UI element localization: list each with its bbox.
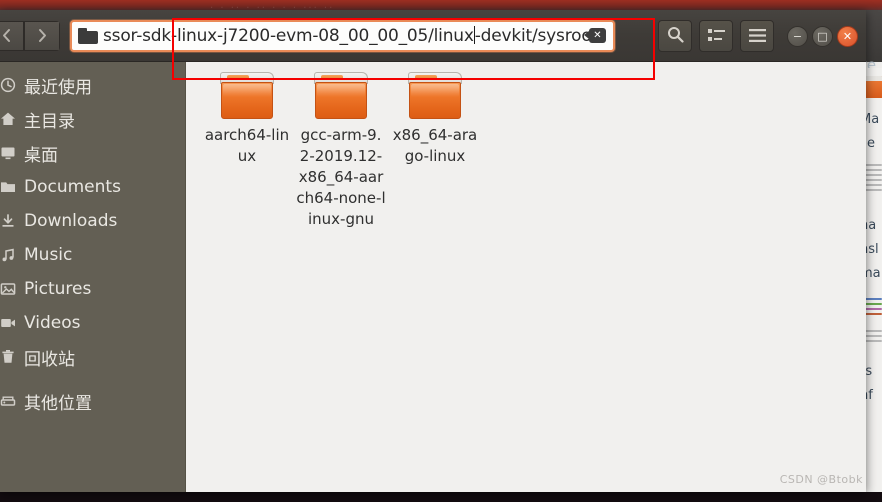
trash-icon — [0, 349, 16, 365]
pictures-folder-icon — [0, 281, 16, 297]
window-body: 最近使用 主目录 桌面 Documents Downloads Music Pi… — [0, 62, 866, 492]
forward-button[interactable] — [24, 20, 60, 51]
folder-icon — [78, 27, 98, 44]
maximize-button[interactable]: □ — [812, 25, 833, 47]
hamburger-menu-icon — [748, 27, 766, 46]
places-sidebar: 最近使用 主目录 桌面 Documents Downloads Music Pi… — [0, 62, 186, 492]
search-button[interactable] — [658, 20, 692, 52]
sidebar-item-videos[interactable]: Videos — [0, 306, 185, 340]
path-location-entry[interactable]: ssor-sdk-linux-j7200-evm-08_00_00_05/lin… — [70, 19, 615, 52]
file-name-label: gcc-arm-9.2-2019.12-x86_64-aarch64-none-… — [296, 126, 386, 228]
videos-folder-icon — [0, 315, 16, 331]
navigation-button-group — [0, 20, 60, 51]
window-headerbar: ssor-sdk-linux-j7200-evm-08_00_00_05/lin… — [0, 10, 866, 62]
other-locations-icon — [0, 393, 16, 409]
file-item[interactable]: gcc-arm-9.2-2019.12-x86_64-aarch64-none-… — [294, 70, 388, 230]
sidebar-item-desktop[interactable]: 桌面 — [0, 136, 185, 170]
sidebar-item-downloads[interactable]: Downloads — [0, 204, 185, 238]
close-button[interactable]: ✕ — [837, 25, 858, 47]
clear-entry-icon[interactable]: ✕ — [584, 28, 606, 43]
path-text-before-caret: ssor-sdk-linux-j7200-evm-08_00_00_05/lin… — [103, 25, 474, 46]
folder-icon — [406, 72, 464, 120]
music-folder-icon — [0, 247, 16, 263]
icon-grid: aarch64-linux gcc-arm-9.2-2019.12-x86_64… — [186, 62, 866, 230]
sidebar-label: 最近使用 — [24, 77, 92, 98]
home-icon — [0, 111, 16, 127]
folder-icon — [218, 72, 276, 120]
search-icon — [667, 26, 684, 47]
headerbar-right-controls: − □ ✕ — [658, 20, 858, 52]
file-name-label: x86_64-arago-linux — [392, 126, 478, 165]
desktop-icon — [0, 145, 16, 161]
sidebar-label: 回收站 — [24, 349, 75, 370]
screen-root: · · ·· · ·· · · · ··· ·· te Ma e na nsl … — [0, 0, 882, 502]
downloads-folder-icon — [0, 213, 16, 229]
back-button[interactable] — [0, 20, 24, 51]
minimize-button[interactable]: − — [787, 25, 808, 47]
file-list-view[interactable]: aarch64-linux gcc-arm-9.2-2019.12-x86_64… — [186, 62, 866, 492]
file-item[interactable]: x86_64-arago-linux — [388, 70, 482, 167]
path-text-after-caret: -devkit/sysroots — [474, 25, 589, 46]
folder-icon — [312, 72, 370, 120]
sidebar-label: Downloads — [24, 211, 118, 231]
clear-entry-glyph: ✕ — [593, 29, 602, 41]
sidebar-label: Music — [24, 245, 73, 265]
view-toggle-button[interactable] — [699, 20, 733, 52]
documents-folder-icon — [0, 179, 16, 195]
sidebar-label: 主目录 — [24, 111, 75, 132]
sidebar-label: Pictures — [24, 279, 92, 299]
sidebar-label: Documents — [24, 177, 121, 197]
clock-icon — [0, 77, 16, 93]
sidebar-separator — [0, 374, 185, 384]
sidebar-item-pictures[interactable]: Pictures — [0, 272, 185, 306]
close-icon: ✕ — [842, 29, 853, 43]
watermark: CSDN @Btobk — [779, 473, 863, 486]
maximize-icon: □ — [817, 29, 828, 43]
sidebar-item-documents[interactable]: Documents — [0, 170, 185, 204]
sidebar-label: Videos — [24, 313, 81, 333]
sidebar-item-other-locations[interactable]: 其他位置 — [0, 384, 185, 418]
background-text-1: e — [867, 136, 875, 151]
main-menu-button[interactable] — [740, 20, 774, 52]
window-controls: − □ ✕ — [787, 25, 858, 47]
list-view-icon — [707, 27, 725, 46]
path-entry-text: ssor-sdk-linux-j7200-evm-08_00_00_05/lin… — [103, 25, 589, 46]
sidebar-label: 桌面 — [24, 145, 58, 166]
file-name-label: aarch64-linux — [204, 126, 290, 165]
sidebar-item-trash[interactable]: 回收站 — [0, 340, 185, 374]
sidebar-label: 其他位置 — [24, 393, 92, 414]
sidebar-item-home[interactable]: 主目录 — [0, 102, 185, 136]
file-item[interactable]: aarch64-linux — [200, 70, 294, 167]
minimize-icon: − — [792, 29, 803, 43]
sidebar-item-recent[interactable]: 最近使用 — [0, 68, 185, 102]
sidebar-item-music[interactable]: Music — [0, 238, 185, 272]
file-manager-window: ssor-sdk-linux-j7200-evm-08_00_00_05/lin… — [0, 10, 866, 492]
desktop-bottom-strip — [0, 492, 882, 502]
